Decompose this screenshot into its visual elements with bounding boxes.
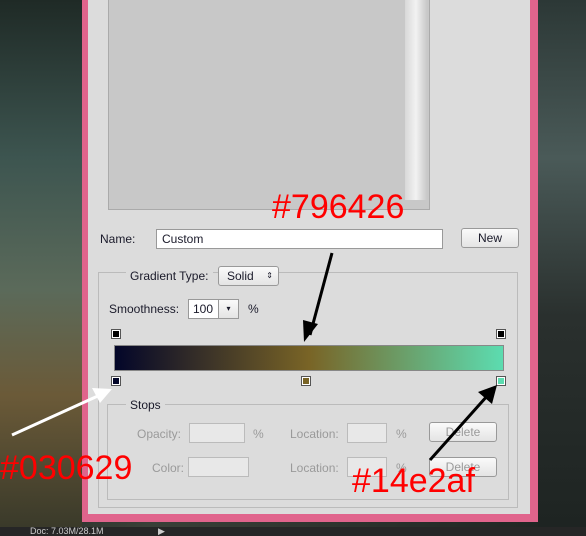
arrow-left xyxy=(11,393,101,437)
annotation-left: #030629 xyxy=(0,449,133,487)
arrow-right xyxy=(428,394,490,461)
doc-size: Doc: 7.03M/28.1M xyxy=(30,526,104,536)
arrow-mid xyxy=(308,252,334,336)
annotation-right: #14e2af xyxy=(352,462,475,500)
arrow-left-head xyxy=(92,388,112,403)
annotation-mid: #796426 xyxy=(272,188,405,226)
arrow-mid-head xyxy=(303,320,318,342)
status-bar: Doc: 7.03M/28.1M ▶ xyxy=(0,527,586,536)
play-icon[interactable]: ▶ xyxy=(158,527,165,536)
